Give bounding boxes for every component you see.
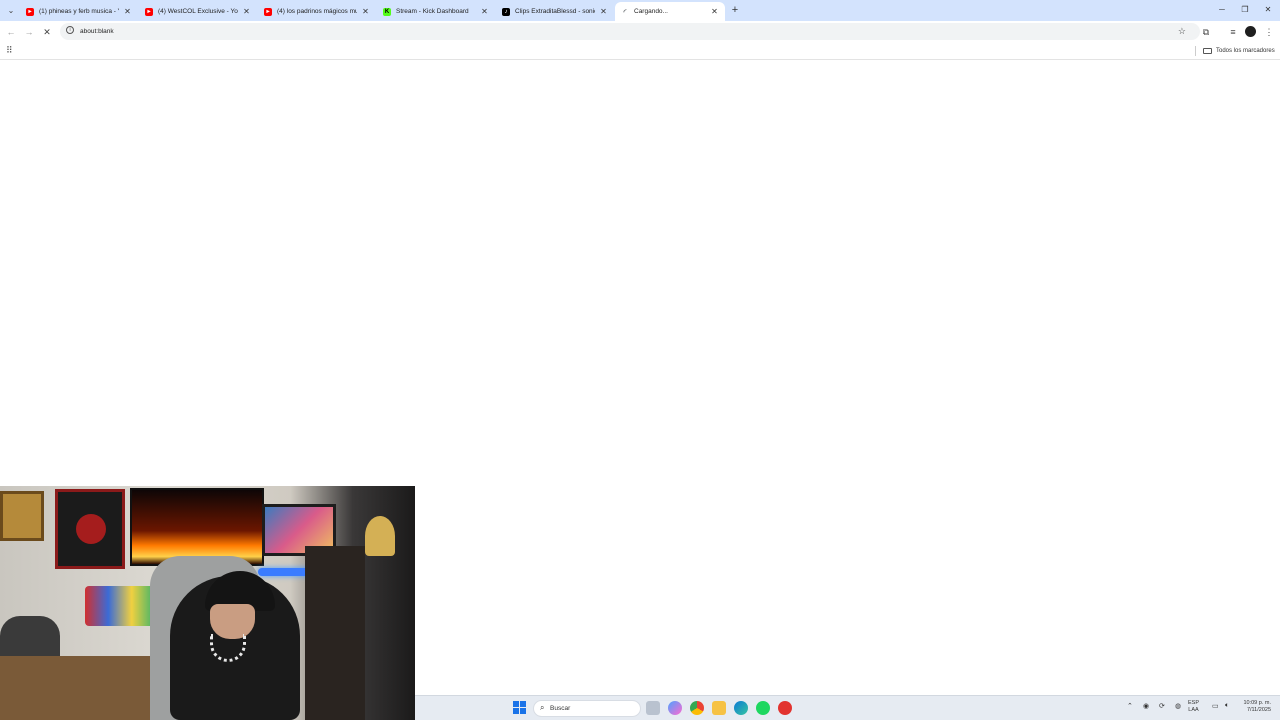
webcam-record-plaque bbox=[55, 489, 125, 569]
loading-spinner-icon: ◜ bbox=[623, 8, 627, 16]
youtube-icon: ▸ bbox=[264, 7, 272, 16]
tab-loading[interactable]: ◜ Cargando... ✕ bbox=[615, 2, 725, 21]
bookmark-star-icon[interactable]: ☆ bbox=[1178, 23, 1186, 40]
all-bookmarks-label: Todos los marcadores bbox=[1216, 48, 1275, 54]
all-bookmarks-button[interactable]: Todos los marcadores bbox=[1203, 42, 1275, 60]
tab-westcol[interactable]: ▸ (4) WestCOL Exclusive - YouTub ✕ bbox=[139, 2, 257, 21]
restore-button[interactable]: ❐ bbox=[1235, 3, 1255, 17]
youtube-icon: ▸ bbox=[26, 7, 34, 16]
file-explorer-icon[interactable] bbox=[712, 701, 726, 715]
tab-title: Cargando... bbox=[634, 8, 668, 15]
start-button[interactable] bbox=[513, 701, 526, 714]
tab-padrinos-magicos[interactable]: ▸ (4) los padrinos mágicos musi... ✕ bbox=[258, 2, 376, 21]
media-control-icon[interactable]: ≡ bbox=[1226, 25, 1240, 39]
clock-date: 7/11/2025 bbox=[1246, 707, 1271, 713]
tab-title: (4) los padrinos mágicos musi... bbox=[277, 8, 357, 15]
clock-time: 10:09 p. m. bbox=[1243, 700, 1271, 706]
tab-clips-tiktok[interactable]: ♪ Clips ExtraditaBlessd - sonido d ✕ bbox=[496, 2, 614, 21]
spotify-icon[interactable] bbox=[756, 701, 770, 715]
profile-avatar[interactable] bbox=[1245, 26, 1256, 37]
edge-icon[interactable] bbox=[734, 701, 748, 715]
bookmarks-divider bbox=[1195, 46, 1196, 56]
chrome-icon[interactable] bbox=[690, 701, 704, 715]
screen: ⌄ ▸ (1) phineas y ferb musica - You ✕ ▸ … bbox=[0, 0, 1280, 720]
network-icon[interactable]: ▭ bbox=[1212, 702, 1219, 710]
tab-phineas-ferb[interactable]: ▸ (1) phineas y ferb musica - You ✕ bbox=[20, 2, 138, 21]
start-logo-pane bbox=[520, 708, 526, 714]
taskbar-spacer bbox=[625, 701, 639, 715]
tab-title: Stream - Kick Dashboard bbox=[396, 8, 469, 15]
browser-toolbar: ← → ✕ i about:blank ☆ ⧉ ≡ ⋮ bbox=[0, 21, 1280, 42]
new-tab-button[interactable]: + bbox=[729, 3, 741, 17]
stop-loading-button[interactable]: ✕ bbox=[40, 25, 54, 39]
webcam-floor bbox=[0, 656, 160, 720]
copilot-icon[interactable] bbox=[668, 701, 682, 715]
tiktok-icon: ♪ bbox=[502, 7, 510, 16]
back-button[interactable]: ← bbox=[4, 25, 18, 39]
close-window-button[interactable]: ✕ bbox=[1258, 3, 1278, 17]
bookmarks-bar: ⠿ Todos los marcadores bbox=[0, 42, 1280, 60]
search-icon: ⌕ bbox=[540, 703, 545, 712]
webcam-toys bbox=[85, 586, 155, 626]
close-icon[interactable]: ✕ bbox=[710, 7, 719, 16]
close-icon[interactable]: ✕ bbox=[123, 7, 132, 16]
start-logo-pane bbox=[513, 701, 519, 707]
webcam-picture-frame bbox=[0, 491, 44, 541]
webcam-plaque-disc bbox=[76, 514, 106, 544]
kick-icon: K bbox=[383, 7, 391, 16]
taskbar-search-placeholder: Buscar bbox=[550, 705, 571, 712]
widgets-icon[interactable] bbox=[646, 701, 660, 715]
webcam-overlay bbox=[0, 486, 415, 720]
site-info-icon[interactable]: i bbox=[66, 26, 74, 34]
app-icon-red[interactable] bbox=[778, 701, 792, 715]
apps-grid-icon[interactable]: ⠿ bbox=[6, 45, 13, 56]
menu-kebab-icon[interactable]: ⋮ bbox=[1262, 25, 1276, 39]
tab-title: Clips ExtraditaBlessd - sonido d bbox=[515, 8, 595, 15]
tray-app-icon[interactable]: ◉ bbox=[1143, 702, 1149, 710]
webcam-fireplace-tv bbox=[130, 488, 264, 566]
address-url[interactable]: about:blank bbox=[80, 23, 114, 40]
tab-title: (4) WestCOL Exclusive - YouTub bbox=[158, 8, 238, 15]
language-code: ESP bbox=[1188, 700, 1200, 706]
extensions-icon[interactable]: ⧉ bbox=[1199, 25, 1213, 39]
tray-overflow-chevron-icon[interactable]: ⌃ bbox=[1127, 702, 1133, 710]
tab-title: (1) phineas y ferb musica - You bbox=[39, 8, 119, 15]
windows-taskbar: ⌕ Buscar ⌃ ◉ ⟳ ◍ ESP LAA ▭ 🔈︎ 10:09 p. m… bbox=[415, 695, 1280, 720]
page-content-blank bbox=[0, 61, 1280, 486]
youtube-icon: ▸ bbox=[145, 7, 153, 16]
keyboard-layout: LAA bbox=[1188, 707, 1199, 713]
webcam-lamp bbox=[365, 516, 395, 556]
tray-sync-icon[interactable]: ⟳ bbox=[1159, 702, 1165, 710]
close-icon[interactable]: ✕ bbox=[242, 7, 251, 16]
folder-icon bbox=[1203, 48, 1212, 54]
start-logo-pane bbox=[513, 708, 519, 714]
tab-search-chevron-icon[interactable]: ⌄ bbox=[4, 3, 18, 17]
close-icon[interactable]: ✕ bbox=[480, 7, 489, 16]
close-icon[interactable]: ✕ bbox=[599, 7, 608, 16]
start-logo-pane bbox=[520, 701, 526, 707]
address-bar[interactable]: i about:blank ☆ bbox=[60, 23, 1200, 40]
tab-kick-dashboard[interactable]: K Stream - Kick Dashboard ✕ bbox=[377, 2, 495, 21]
webcam-shelf bbox=[305, 546, 365, 720]
minimize-button[interactable]: ─ bbox=[1212, 3, 1232, 17]
language-indicator[interactable]: ESP LAA bbox=[1188, 700, 1199, 714]
volume-icon[interactable]: 🔈︎ bbox=[1225, 702, 1229, 710]
tab-strip: ⌄ ▸ (1) phineas y ferb musica - You ✕ ▸ … bbox=[0, 0, 1280, 21]
taskbar-clock[interactable]: 10:09 p. m. 7/11/2025 bbox=[1237, 700, 1271, 714]
close-icon[interactable]: ✕ bbox=[361, 7, 370, 16]
forward-button[interactable]: → bbox=[22, 25, 36, 39]
tray-mic-icon[interactable]: ◍ bbox=[1175, 702, 1181, 710]
